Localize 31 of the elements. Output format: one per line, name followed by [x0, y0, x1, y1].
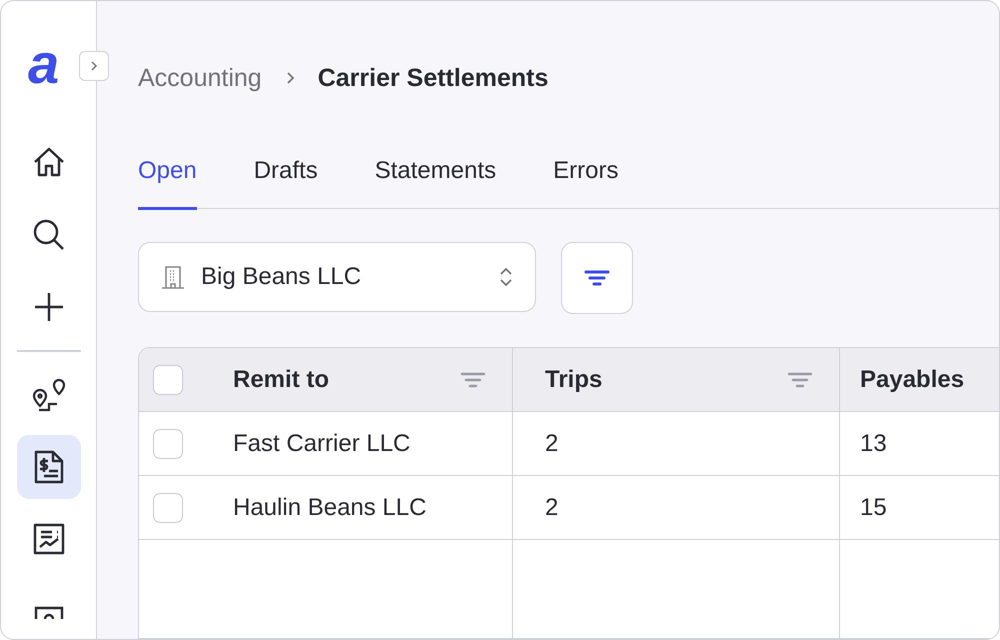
logo[interactable]: a: [28, 33, 60, 95]
search-icon: [32, 218, 66, 252]
table-cell: 13: [860, 430, 887, 458]
filter-icon: [584, 270, 610, 286]
table-cell: 2: [545, 430, 558, 458]
report-icon: [32, 522, 66, 556]
chevron-right-icon: [89, 60, 99, 72]
page-title: Carrier Settlements: [318, 64, 548, 92]
sort-caret-icon: [499, 266, 513, 288]
select-all-checkbox[interactable]: [153, 364, 183, 394]
select-value: Big Beans LLC: [201, 263, 362, 291]
company-select[interactable]: Big Beans LLC: [138, 242, 536, 312]
breadcrumb-link[interactable]: Accounting: [138, 64, 262, 92]
table-cell: 2: [545, 494, 558, 522]
tab[interactable]: Errors: [553, 156, 618, 210]
chevron-icon: [286, 71, 296, 85]
filter-button[interactable]: [561, 242, 633, 314]
building-icon: [161, 264, 185, 290]
table-cell: 15: [860, 494, 887, 522]
column-header[interactable]: Trips: [545, 366, 787, 394]
nav-item[interactable]: [16, 434, 80, 498]
row-checkbox[interactable]: [153, 492, 183, 522]
tab[interactable]: Statements: [374, 156, 496, 210]
column-header[interactable]: Payables: [860, 366, 999, 394]
row-checkbox[interactable]: [153, 428, 183, 458]
table-cell: Haulin Beans LLC: [233, 494, 426, 522]
table-cell: Fast Carrier LLC: [233, 430, 410, 458]
tab[interactable]: Open: [138, 156, 197, 210]
column-header[interactable]: Remit to: [233, 366, 460, 394]
route-icon: [32, 378, 66, 412]
tab[interactable]: Drafts: [254, 156, 318, 210]
